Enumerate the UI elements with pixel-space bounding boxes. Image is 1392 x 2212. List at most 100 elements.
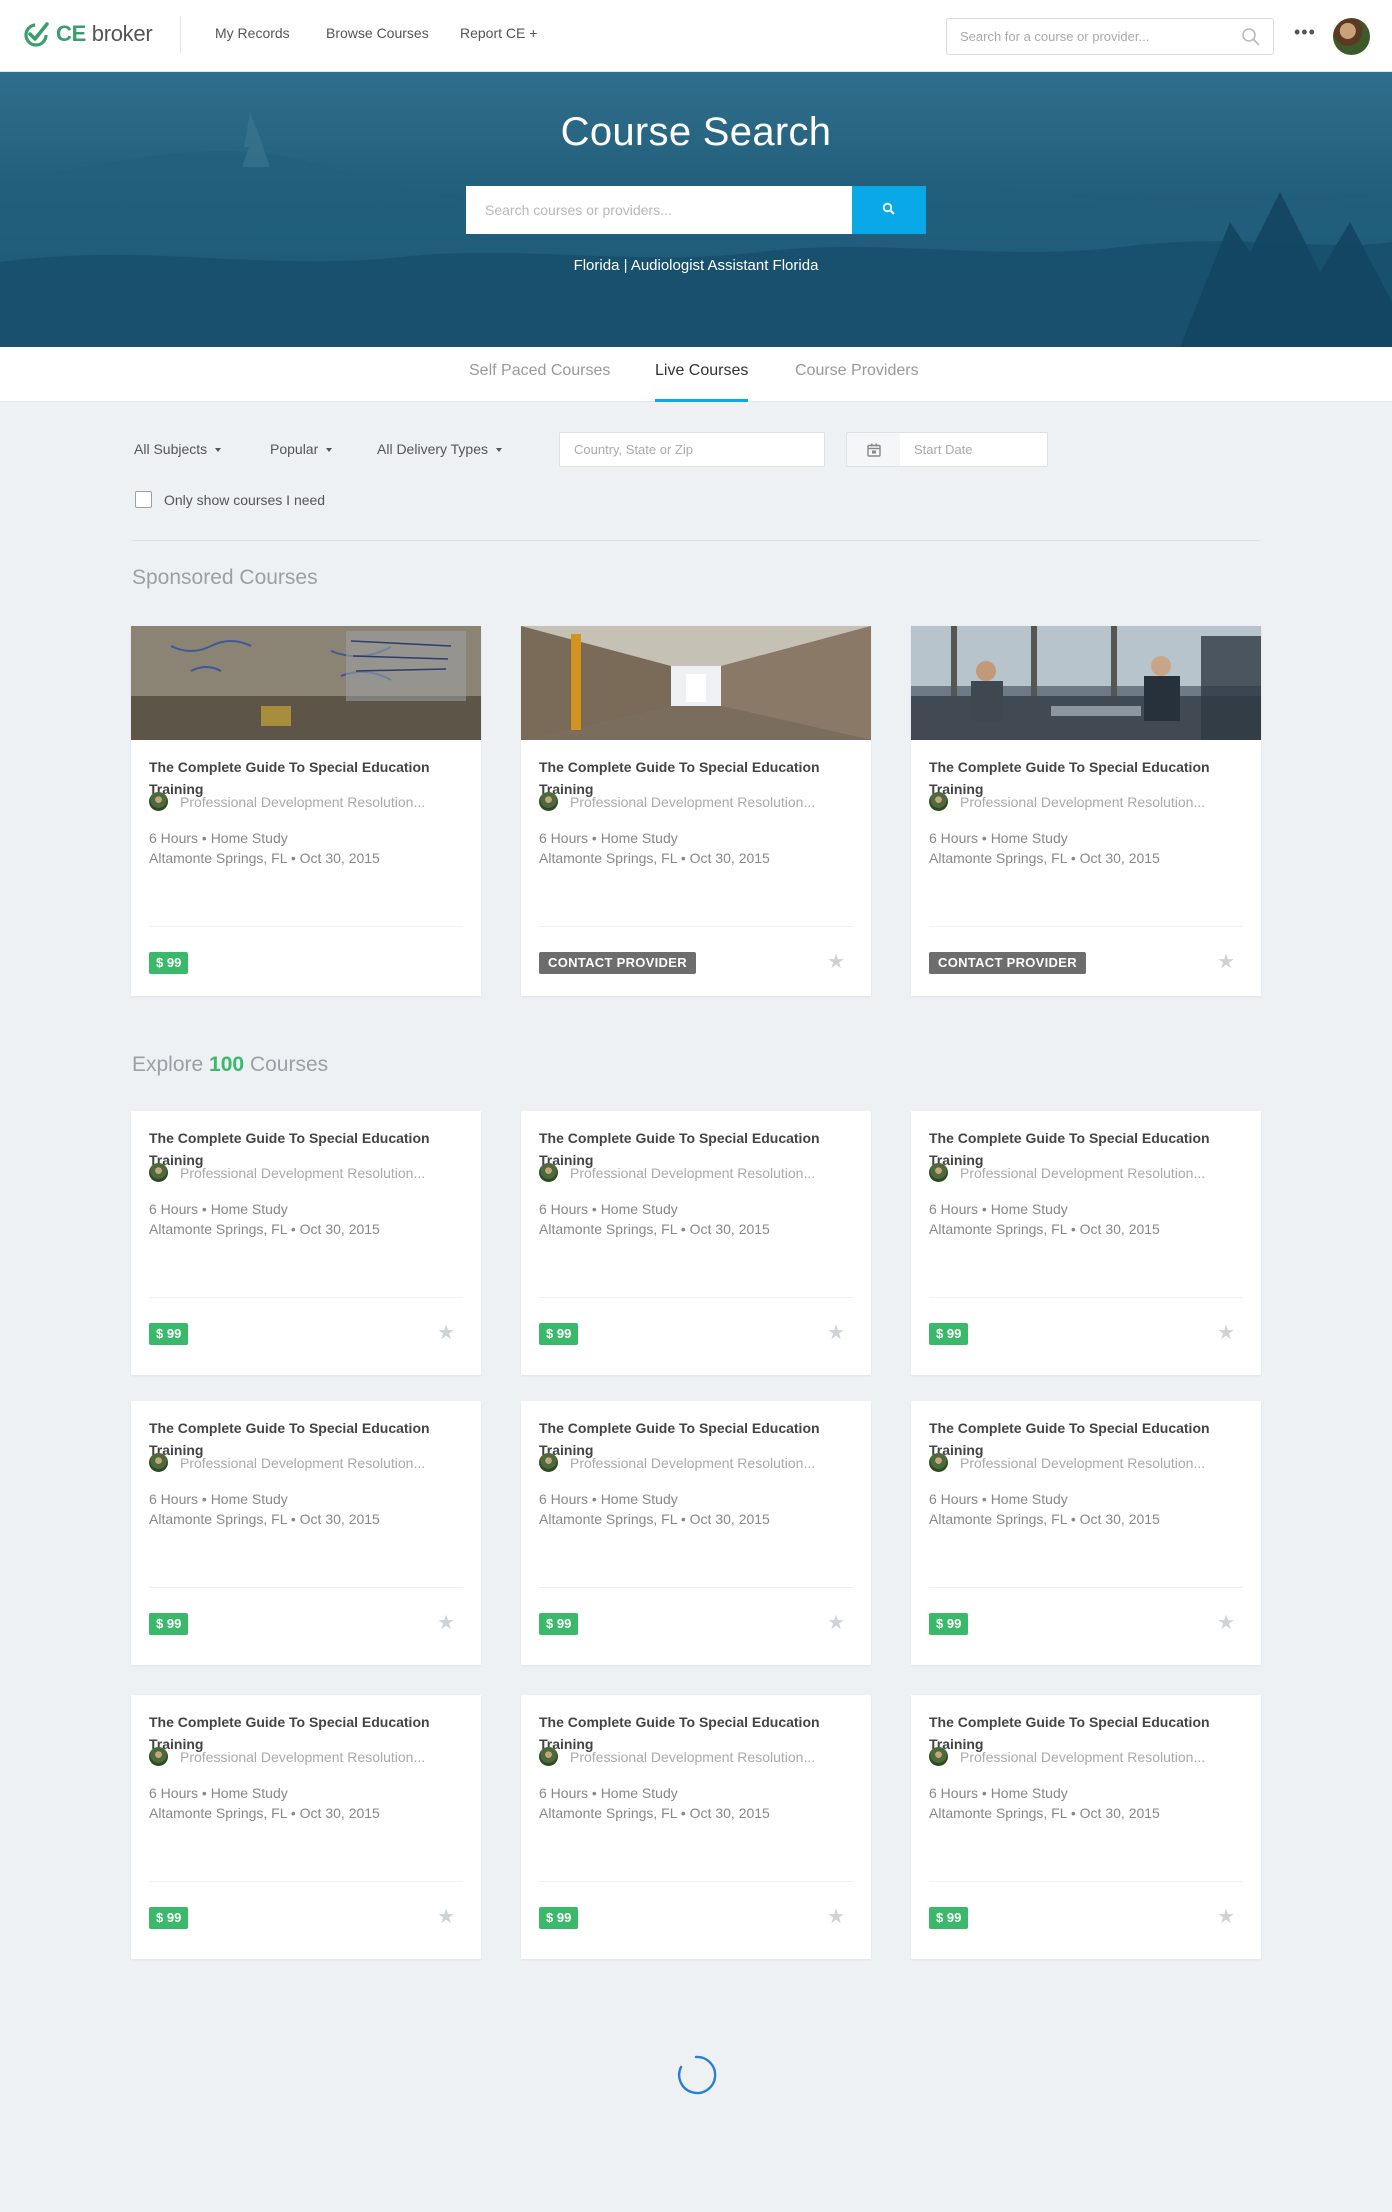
card-divider xyxy=(149,1587,463,1588)
provider-name: Professional Development Resolution... xyxy=(180,1164,426,1181)
sponsored-course-card[interactable]: The Complete Guide To Special Education … xyxy=(131,626,481,996)
favorite-star-icon[interactable]: ★ xyxy=(1217,1613,1235,1633)
brand-broker: broker xyxy=(91,21,153,46)
explore-prefix: Explore xyxy=(132,1053,204,1076)
sponsored-course-card[interactable]: The Complete Guide To Special Education … xyxy=(911,626,1261,996)
price-badge[interactable]: $ 99 xyxy=(149,952,189,974)
price-badge[interactable]: $ 99 xyxy=(929,1323,969,1345)
hero-search-input[interactable] xyxy=(466,186,852,234)
provider-logo-icon xyxy=(149,1453,168,1472)
provider-logo-icon xyxy=(539,792,558,811)
card-image-meeting xyxy=(911,626,1261,740)
price-badge[interactable]: $ 99 xyxy=(539,1613,579,1635)
course-hours-format: 6 Hours • Home Study xyxy=(539,1491,678,1507)
provider-logo-icon xyxy=(539,1453,558,1472)
tab-course-providers[interactable]: Course Providers xyxy=(795,362,919,402)
favorite-star-icon[interactable]: ★ xyxy=(827,1323,845,1343)
favorite-star-icon[interactable]: ★ xyxy=(1217,1323,1235,1343)
price-badge[interactable]: $ 99 xyxy=(149,1323,189,1345)
course-provider[interactable]: Professional Development Resolution... xyxy=(539,1453,815,1472)
nav-my-records[interactable]: My Records xyxy=(215,25,290,41)
subjects-dropdown[interactable]: All Subjects xyxy=(134,441,222,457)
course-hours-format: 6 Hours • Home Study xyxy=(929,1491,1068,1507)
favorite-star-icon[interactable]: ★ xyxy=(437,1613,455,1633)
card-divider xyxy=(929,1881,1243,1882)
course-provider[interactable]: Professional Development Resolution... xyxy=(929,1163,1205,1182)
course-provider[interactable]: Professional Development Resolution... xyxy=(149,792,425,811)
course-card[interactable]: The Complete Guide To Special Education … xyxy=(131,1695,481,1959)
course-card[interactable]: The Complete Guide To Special Education … xyxy=(911,1111,1261,1375)
sort-dropdown[interactable]: Popular xyxy=(270,441,333,457)
card-divider xyxy=(539,926,853,927)
course-provider[interactable]: Professional Development Resolution... xyxy=(539,1163,815,1182)
course-card[interactable]: The Complete Guide To Special Education … xyxy=(911,1695,1261,1959)
course-card[interactable]: The Complete Guide To Special Education … xyxy=(131,1111,481,1375)
search-icon[interactable] xyxy=(1241,27,1261,47)
price-badge[interactable]: $ 99 xyxy=(539,1323,579,1345)
course-provider[interactable]: Professional Development Resolution... xyxy=(929,792,1205,811)
user-avatar[interactable] xyxy=(1333,18,1370,55)
nav-search-input[interactable] xyxy=(947,19,1227,54)
course-card[interactable]: The Complete Guide To Special Education … xyxy=(521,1111,871,1375)
contact-provider-button[interactable]: CONTACT PROVIDER xyxy=(929,952,1086,974)
contact-provider-button[interactable]: CONTACT PROVIDER xyxy=(539,952,696,974)
course-location-date: Altamonte Springs, FL • Oct 30, 2015 xyxy=(149,850,380,866)
hero-search-button[interactable] xyxy=(852,186,926,234)
location-profession: Florida | Audiologist Assistant Florida xyxy=(573,257,819,274)
sponsored-course-card[interactable]: The Complete Guide To Special Education … xyxy=(521,626,871,996)
price-badge[interactable]: $ 99 xyxy=(149,1907,189,1929)
favorite-star-icon[interactable]: ★ xyxy=(827,1907,845,1927)
favorite-star-icon[interactable]: ★ xyxy=(1217,1907,1235,1927)
brand-logo[interactable]: CE broker xyxy=(22,16,153,52)
favorite-star-icon[interactable]: ★ xyxy=(437,1323,455,1343)
subjects-dropdown-label: All Subjects xyxy=(134,441,208,457)
explore-section-title: Explore 100 Courses xyxy=(132,1053,328,1077)
course-meta: 6 Hours • Home Study Altamonte Springs, F… xyxy=(929,828,1160,868)
course-card[interactable]: The Complete Guide To Special Education … xyxy=(521,1695,871,1959)
course-provider[interactable]: Professional Development Resolution... xyxy=(539,1747,815,1766)
nav-report-ce[interactable]: Report CE + xyxy=(460,25,537,41)
hero-search-box xyxy=(466,186,926,234)
course-tabs: Self Paced Courses Live Courses Course P… xyxy=(0,347,1392,402)
price-badge[interactable]: $ 99 xyxy=(149,1613,189,1635)
price-badge[interactable]: $ 99 xyxy=(929,1907,969,1929)
card-image[interactable] xyxy=(911,626,1261,740)
course-location-date: Altamonte Springs, FL • Oct 30, 2015 xyxy=(539,1221,770,1237)
course-provider[interactable]: Professional Development Resolution... xyxy=(149,1453,425,1472)
provider-logo-icon xyxy=(539,1163,558,1182)
price-badge[interactable]: $ 99 xyxy=(539,1907,579,1929)
provider-logo-icon xyxy=(929,1747,948,1766)
start-date-input[interactable] xyxy=(900,433,1047,466)
course-card[interactable]: The Complete Guide To Special Education … xyxy=(521,1401,871,1665)
delivery-type-dropdown[interactable]: All Delivery Types xyxy=(377,441,503,457)
calendar-button[interactable] xyxy=(846,432,901,467)
card-divider xyxy=(929,1587,1243,1588)
card-image[interactable] xyxy=(131,626,481,740)
tab-live-courses[interactable]: Live Courses xyxy=(655,362,749,402)
course-provider[interactable]: Professional Development Resolution... xyxy=(929,1453,1205,1472)
location-input[interactable] xyxy=(560,433,824,466)
course-provider[interactable]: Professional Development Resolution... xyxy=(929,1747,1205,1766)
only-needed-checkbox[interactable] xyxy=(135,491,152,508)
sponsored-section-title: Sponsored Courses xyxy=(132,566,318,589)
favorite-star-icon[interactable]: ★ xyxy=(827,1613,845,1633)
nav-divider xyxy=(180,16,181,54)
course-provider[interactable]: Professional Development Resolution... xyxy=(149,1747,425,1766)
card-image[interactable] xyxy=(521,626,871,740)
course-hours-format: 6 Hours • Home Study xyxy=(149,1785,288,1801)
nav-browse-courses[interactable]: Browse Courses xyxy=(326,25,429,41)
search-icon xyxy=(882,202,895,215)
favorite-star-icon[interactable]: ★ xyxy=(1217,952,1235,972)
more-menu-icon[interactable]: ••• xyxy=(1294,22,1316,43)
favorite-star-icon[interactable]: ★ xyxy=(827,952,845,972)
delivery-dropdown-label: All Delivery Types xyxy=(377,441,489,457)
card-divider xyxy=(149,926,463,927)
course-card[interactable]: The Complete Guide To Special Education … xyxy=(911,1401,1261,1665)
course-card[interactable]: The Complete Guide To Special Education … xyxy=(131,1401,481,1665)
price-badge[interactable]: $ 99 xyxy=(929,1613,969,1635)
course-hours-format: 6 Hours • Home Study xyxy=(929,1201,1068,1217)
course-provider[interactable]: Professional Development Resolution... xyxy=(539,792,815,811)
course-provider[interactable]: Professional Development Resolution... xyxy=(149,1163,425,1182)
favorite-star-icon[interactable]: ★ xyxy=(437,1907,455,1927)
tab-self-paced[interactable]: Self Paced Courses xyxy=(469,362,610,402)
